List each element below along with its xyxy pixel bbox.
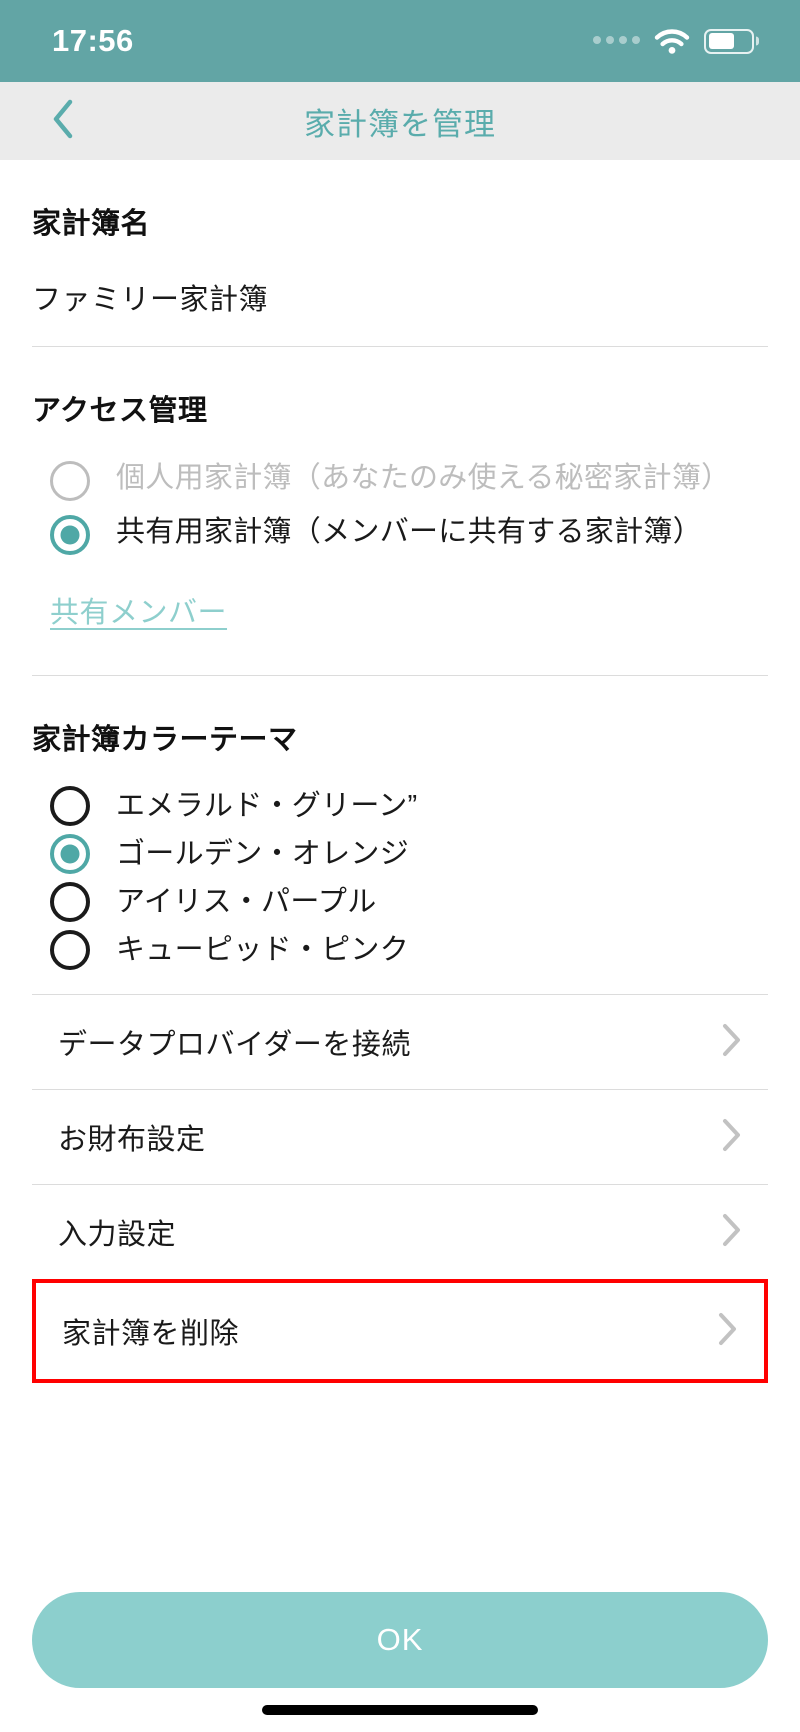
page-title: 家計簿を管理 bbox=[304, 106, 496, 142]
list-item-delete-budget[interactable]: 家計簿を削除 bbox=[36, 1283, 764, 1379]
chevron-right-icon bbox=[718, 1312, 738, 1351]
radio-icon-iris-purple[interactable] bbox=[50, 882, 90, 922]
radio-icon-emerald-green[interactable] bbox=[50, 786, 90, 826]
access-management-section: アクセス管理 個人用家計簿（あなたのみ使える秘密家計簿） 共有用家計簿（メンバー… bbox=[32, 387, 768, 676]
theme-option-iris-purple-label: アイリス・パープル bbox=[116, 885, 377, 918]
access-option-shared-label: 共有用家計簿（メンバーに共有する家計簿） bbox=[116, 516, 703, 548]
list-item-input-settings[interactable]: 入力設定 bbox=[32, 1185, 768, 1279]
color-theme-section: 家計簿カラーテーマ エメラルド・グリーン” ゴールデン・オレンジ アイリス・パー… bbox=[32, 716, 768, 995]
access-option-personal[interactable]: 個人用家計簿（あなたのみ使える秘密家計簿） bbox=[32, 457, 768, 501]
access-management-label: アクセス管理 bbox=[32, 395, 208, 427]
theme-option-cupid-pink-label: キューピッド・ピンク bbox=[116, 933, 410, 966]
delete-budget-highlight: 家計簿を削除 bbox=[32, 1279, 768, 1383]
settings-list: データプロバイダーを接続 お財布設定 入力設定 家計簿を削除 bbox=[32, 995, 768, 1383]
home-indicator bbox=[262, 1705, 538, 1715]
nav-bar: 家計簿を管理 bbox=[0, 82, 800, 160]
chevron-right-icon bbox=[722, 1118, 742, 1157]
budget-name-input[interactable]: ファミリー家計簿 bbox=[32, 276, 768, 318]
home-indicator-area bbox=[0, 1688, 800, 1732]
theme-option-golden-orange-label: ゴールデン・オレンジ bbox=[116, 837, 410, 870]
theme-option-cupid-pink[interactable]: キューピッド・ピンク bbox=[32, 926, 768, 974]
theme-option-iris-purple[interactable]: アイリス・パープル bbox=[32, 878, 768, 926]
list-item-label: お財布設定 bbox=[58, 1124, 206, 1156]
radio-icon-cupid-pink[interactable] bbox=[50, 930, 90, 970]
shared-members-link[interactable]: 共有メンバー bbox=[32, 589, 227, 631]
radio-icon-personal[interactable] bbox=[50, 461, 90, 501]
chevron-right-icon bbox=[722, 1023, 742, 1062]
battery-icon bbox=[704, 28, 754, 54]
radio-icon-shared[interactable] bbox=[50, 515, 90, 555]
budget-name-label: 家計簿名 bbox=[32, 208, 151, 240]
list-item-label: 入力設定 bbox=[58, 1219, 177, 1251]
wifi-icon bbox=[654, 28, 690, 55]
radio-icon-golden-orange[interactable] bbox=[50, 834, 90, 874]
status-bar: 17:56 bbox=[0, 0, 800, 82]
back-button[interactable] bbox=[28, 82, 98, 160]
theme-option-golden-orange[interactable]: ゴールデン・オレンジ bbox=[32, 830, 768, 878]
list-item-label: データプロバイダーを接続 bbox=[58, 1029, 411, 1061]
chevron-left-icon bbox=[51, 98, 75, 145]
theme-option-emerald-green-label: エメラルド・グリーン” bbox=[116, 789, 418, 822]
budget-name-section: 家計簿名 ファミリー家計簿 bbox=[32, 200, 768, 347]
chevron-right-icon bbox=[722, 1213, 742, 1252]
list-item-label: 家計簿を削除 bbox=[62, 1318, 240, 1350]
list-item-wallet-settings[interactable]: お財布設定 bbox=[32, 1090, 768, 1184]
color-theme-label: 家計簿カラーテーマ bbox=[32, 724, 298, 756]
theme-option-emerald-green[interactable]: エメラルド・グリーン” bbox=[32, 782, 768, 830]
access-option-personal-label: 個人用家計簿（あなたのみ使える秘密家計簿） bbox=[116, 462, 731, 494]
list-item-connect-data-provider[interactable]: データプロバイダーを接続 bbox=[32, 995, 768, 1089]
footer: OK bbox=[0, 1592, 800, 1688]
status-bar-indicators bbox=[593, 28, 754, 55]
signal-dots-icon bbox=[593, 36, 640, 46]
ok-button[interactable]: OK bbox=[32, 1592, 768, 1688]
app-screen: 17:56 家計簿を管理 家計簿名 ファミリー家計簿 アクセス管理 個人用家計簿… bbox=[0, 0, 800, 1732]
settings-content: 家計簿名 ファミリー家計簿 アクセス管理 個人用家計簿（あなたのみ使える秘密家計… bbox=[0, 160, 800, 1592]
status-bar-time: 17:56 bbox=[52, 22, 134, 58]
access-option-shared[interactable]: 共有用家計簿（メンバーに共有する家計簿） bbox=[32, 511, 768, 555]
